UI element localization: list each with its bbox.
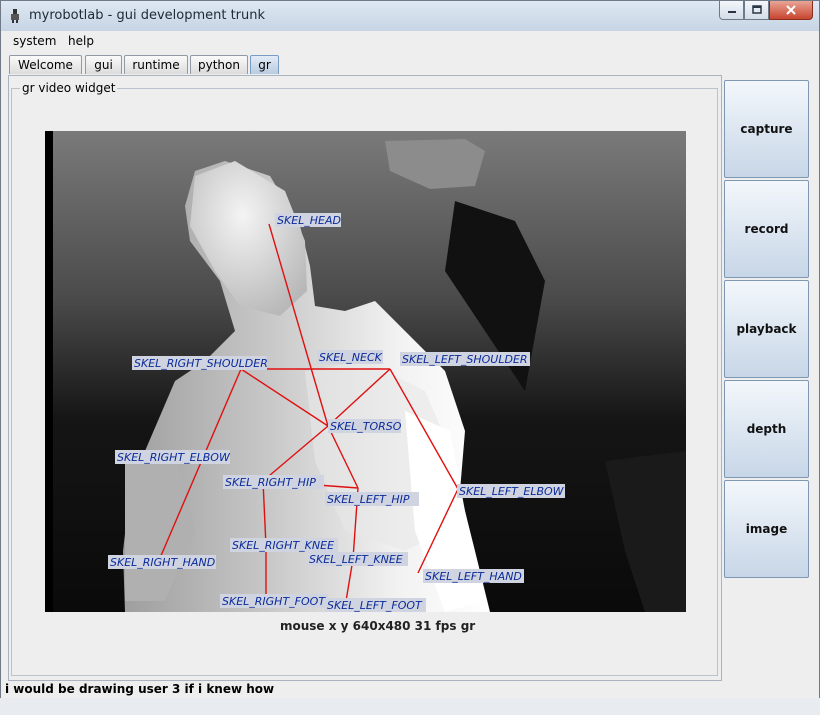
title-bar[interactable]: myrobotlab - gui development trunk [1, 1, 819, 31]
group-title: gr video widget [20, 81, 118, 95]
tab-gui[interactable]: gui [85, 55, 122, 74]
tab-python[interactable]: python [190, 55, 248, 74]
skel-left-shoulder-label: SKEL_LEFT_SHOULDER [402, 353, 528, 366]
skel-left-hand-label: SKEL_LEFT_HAND [425, 570, 522, 583]
skel-right-hand-label: SKEL_RIGHT_HAND [110, 556, 215, 569]
skel-right-shoulder-label: SKEL_RIGHT_SHOULDER [134, 357, 268, 370]
app-icon [11, 9, 19, 23]
capture-button[interactable]: capture [724, 80, 809, 178]
window-title: myrobotlab - gui development trunk [29, 8, 266, 23]
side-button-panel: capture record playback depth image [724, 80, 809, 580]
tab-gr[interactable]: gr [250, 55, 279, 74]
depth-button[interactable]: depth [724, 380, 809, 478]
skel-right-elbow-label: SKEL_RIGHT_ELBOW [117, 451, 231, 464]
record-button[interactable]: record [724, 180, 809, 278]
video-status: mouse x y 640x480 31 fps gr [280, 619, 476, 633]
skel-left-elbow-label: SKEL_LEFT_ELBOW [459, 485, 565, 498]
skel-head-label: SKEL_HEAD [277, 214, 341, 227]
skel-neck-label: SKEL_NECK [319, 351, 383, 364]
skel-right-foot-label: SKEL_RIGHT_FOOT [222, 595, 326, 608]
depth-image: SKEL_HEAD SKEL_NECK SKEL_RIGHT_SHOULDER … [45, 131, 686, 612]
skel-left-knee-label: SKEL_LEFT_KNEE [309, 553, 403, 566]
desktop-background [0, 698, 820, 715]
menu-system[interactable]: system [13, 34, 56, 48]
tab-runtime[interactable]: runtime [124, 55, 188, 74]
close-icon[interactable] [769, 1, 813, 20]
skel-right-hip-label: SKEL_RIGHT_HIP [225, 476, 316, 489]
skel-left-hip-label: SKEL_LEFT_HIP [327, 493, 410, 506]
application-window: myrobotlab - gui development trunk syste… [0, 0, 820, 715]
playback-button[interactable]: playback [724, 280, 809, 378]
minimize-icon[interactable] [719, 1, 744, 20]
menu-bar: system help [5, 32, 811, 52]
menu-help[interactable]: help [68, 34, 94, 48]
maximize-icon[interactable] [744, 1, 769, 20]
video-display[interactable]: SKEL_HEAD SKEL_NECK SKEL_RIGHT_SHOULDER … [45, 131, 686, 612]
skel-left-foot-label: SKEL_LEFT_FOOT [327, 599, 423, 612]
status-bar: i would be drawing user 3 if i knew how [5, 682, 275, 696]
window-controls [719, 1, 813, 21]
skel-right-knee-label: SKEL_RIGHT_KNEE [232, 539, 334, 552]
tab-welcome[interactable]: Welcome [9, 55, 82, 74]
image-button[interactable]: image [724, 480, 809, 578]
skel-torso-label: SKEL_TORSO [330, 420, 402, 433]
